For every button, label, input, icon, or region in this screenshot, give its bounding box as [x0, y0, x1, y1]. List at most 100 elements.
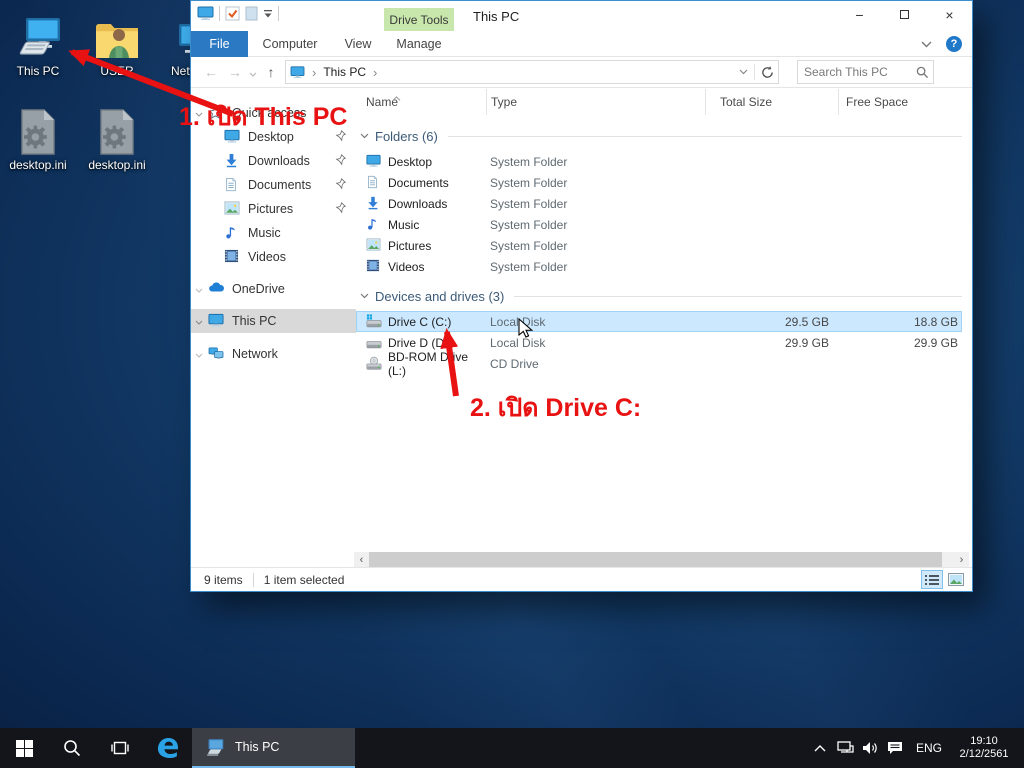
scroll-right-icon[interactable]: ›: [954, 554, 969, 566]
scrollbar-thumb[interactable]: [369, 552, 942, 567]
file-row-pictures[interactable]: Pictures System Folder: [356, 235, 962, 256]
tab-view[interactable]: View: [332, 31, 384, 57]
search-input[interactable]: [798, 65, 916, 79]
nav-documents[interactable]: Documents: [191, 173, 356, 197]
address-dropdown-chevron-icon[interactable]: [739, 69, 748, 75]
breadcrumb-this-pc[interactable]: This PC: [323, 65, 366, 79]
column-header-total-size[interactable]: Total Size: [705, 89, 838, 115]
nav-videos[interactable]: Videos: [191, 245, 356, 269]
tray-clock[interactable]: 19:10 2/12/2561: [952, 735, 1016, 761]
thumbnail-view-icon: [948, 573, 964, 586]
maximize-button[interactable]: [882, 1, 927, 28]
breadcrumb-separator: ›: [305, 65, 323, 80]
desktop-icon-user-folder[interactable]: USER: [79, 12, 155, 78]
desktop-icon-this-pc[interactable]: This PC: [0, 12, 76, 78]
desktop-icon-label: desktop.ini: [0, 159, 76, 172]
desktop-icon-desktop-ini-2[interactable]: desktop.ini: [79, 106, 155, 172]
nav-network[interactable]: Network: [191, 342, 356, 366]
collapse-chevron-icon[interactable]: [360, 133, 369, 139]
tab-file[interactable]: File: [191, 31, 248, 57]
section-title: Devices and drives (3): [375, 289, 504, 304]
search-box[interactable]: [797, 60, 934, 84]
file-row-drive-c[interactable]: Drive C (C:) Local Disk 29.5 GB 18.8 GB: [356, 311, 962, 332]
close-button[interactable]: ×: [927, 1, 972, 28]
desktop-icon-label: This PC: [0, 65, 76, 78]
file-row-documents[interactable]: Documents System Folder: [356, 172, 962, 193]
music-icon: [366, 217, 381, 232]
edge-browser-button[interactable]: [144, 728, 192, 768]
taskbar: This PC: [0, 728, 1024, 768]
expand-chevron-icon[interactable]: [195, 282, 205, 296]
column-header-name[interactable]: Name: [356, 89, 486, 115]
thumbnail-view-button[interactable]: [945, 570, 967, 589]
nav-this-pc[interactable]: This PC: [191, 309, 356, 333]
item-type: System Folder: [486, 260, 705, 274]
details-view-button[interactable]: [921, 570, 943, 589]
drive-d-icon: [366, 335, 381, 350]
drive-c-icon: [366, 314, 381, 329]
nav-pictures[interactable]: Pictures: [191, 197, 356, 221]
videos-icon: [224, 249, 240, 265]
nav-onedrive[interactable]: OneDrive: [191, 277, 356, 301]
back-button[interactable]: ←: [199, 64, 223, 80]
taskbar-app-label: This PC: [235, 740, 279, 754]
search-icon[interactable]: [916, 66, 929, 79]
taskbar-app-this-pc[interactable]: This PC: [192, 728, 355, 768]
horizontal-scrollbar[interactable]: ‹ ›: [354, 552, 969, 567]
downloads-icon: [224, 153, 240, 169]
item-type: System Folder: [486, 155, 705, 169]
file-row-desktop[interactable]: Desktop System Folder: [356, 151, 962, 172]
ribbon-expand-chevron-icon[interactable]: [921, 41, 932, 48]
mouse-cursor: [518, 318, 534, 340]
qat-new-folder-icon[interactable]: [245, 6, 258, 21]
explorer-window: Drive Tools This PC − × File Computer Vi…: [190, 0, 973, 592]
section-header-folders[interactable]: Folders (6): [356, 125, 972, 147]
breadcrumb-separator[interactable]: ›: [366, 65, 384, 80]
forward-button[interactable]: →: [223, 64, 247, 80]
desktop-icon-desktop-ini-1[interactable]: desktop.ini: [0, 106, 76, 172]
system-tray: ENG 19:10 2/12/2561: [808, 728, 1024, 768]
tab-computer[interactable]: Computer: [248, 31, 332, 57]
desktop-monitor-icon: [366, 154, 381, 169]
file-row-music[interactable]: Music System Folder: [356, 214, 962, 235]
nav-music[interactable]: Music: [191, 221, 356, 245]
tray-chevron-up-icon[interactable]: [808, 745, 833, 752]
tray-volume-icon[interactable]: [858, 741, 883, 755]
address-bar-controls: [739, 64, 774, 80]
search-icon: [63, 739, 81, 757]
column-header-free-space[interactable]: Free Space: [838, 89, 972, 115]
task-view-button[interactable]: [96, 728, 144, 768]
section-rule: [448, 136, 962, 137]
tray-notifications-icon[interactable]: [883, 741, 908, 755]
qat-customize-dropdown-icon[interactable]: [263, 9, 273, 18]
expand-chevron-icon[interactable]: [195, 314, 205, 328]
contextual-tab-drive-tools[interactable]: Drive Tools: [384, 8, 454, 31]
start-button[interactable]: [0, 728, 48, 768]
file-row-bdrom[interactable]: BD-ROM Drive (L:) CD Drive: [356, 353, 962, 374]
status-bar: 9 items 1 item selected: [191, 567, 972, 591]
section-header-devices[interactable]: Devices and drives (3): [356, 285, 972, 307]
recent-locations-chevron-icon[interactable]: [247, 64, 259, 80]
help-icon[interactable]: ?: [946, 36, 962, 52]
taskbar-search-button[interactable]: [48, 728, 96, 768]
qat-properties-icon[interactable]: [225, 6, 240, 21]
tab-manage[interactable]: Manage: [384, 31, 454, 57]
caption-buttons: − ×: [837, 1, 972, 28]
scroll-left-icon[interactable]: ‹: [354, 554, 369, 566]
desktop: This PC USER Network: [0, 0, 1024, 768]
item-name: BD-ROM Drive (L:): [388, 350, 486, 378]
nav-downloads[interactable]: Downloads: [191, 149, 356, 173]
file-row-downloads[interactable]: Downloads System Folder: [356, 193, 962, 214]
nav-label: Network: [232, 347, 278, 361]
tray-network-icon[interactable]: [833, 741, 858, 755]
up-button[interactable]: ↑: [259, 64, 283, 80]
column-header-type[interactable]: Type: [486, 89, 705, 115]
collapse-chevron-icon[interactable]: [360, 293, 369, 299]
file-row-videos[interactable]: Videos System Folder: [356, 256, 962, 277]
pin-icon: [335, 154, 346, 168]
minimize-button[interactable]: −: [837, 1, 882, 28]
tray-language-indicator[interactable]: ENG: [908, 741, 950, 755]
expand-chevron-icon[interactable]: [195, 347, 205, 361]
address-bar[interactable]: › This PC ›: [285, 60, 779, 84]
refresh-icon[interactable]: [761, 66, 774, 79]
